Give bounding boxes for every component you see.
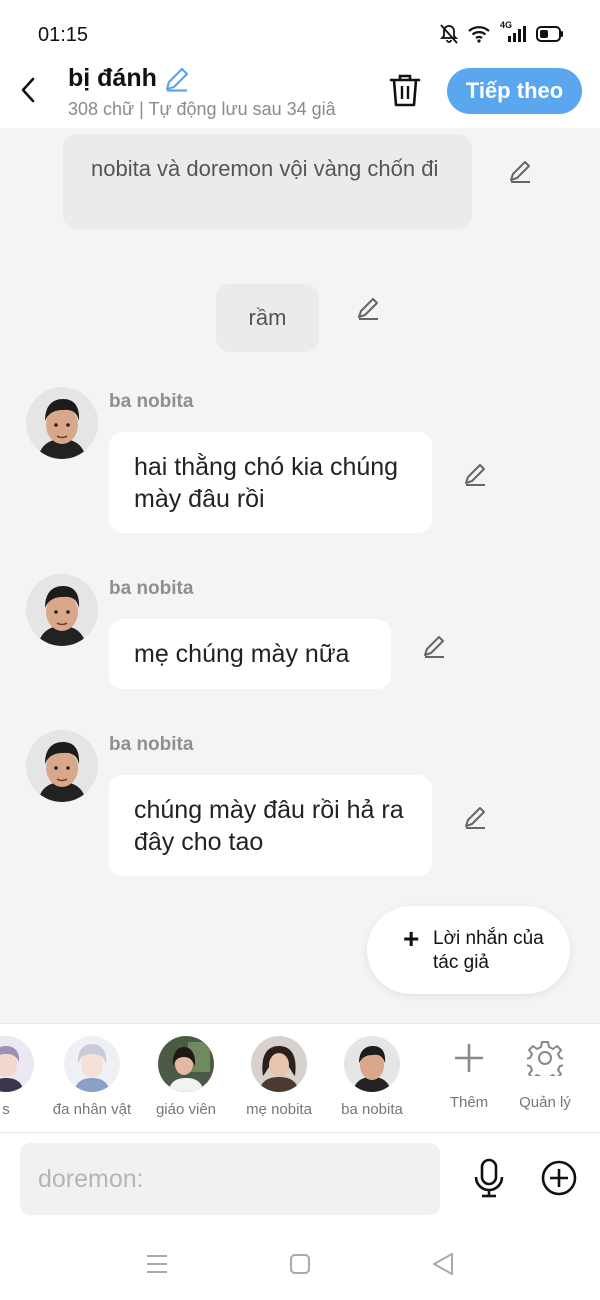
- pencil-icon: [510, 161, 530, 183]
- status-icons: 4G: [440, 20, 564, 44]
- avatar[interactable]: [26, 387, 98, 459]
- plus-circle-icon: [541, 1160, 577, 1196]
- home-nav-button[interactable]: [285, 1250, 315, 1278]
- speaker-name: ba nobita: [109, 391, 194, 412]
- edit-narration-button[interactable]: [506, 156, 536, 186]
- avatar-man-icon: [344, 1036, 400, 1092]
- avatar-anime-purple-icon: [0, 1036, 34, 1092]
- page-title: bị đánh: [68, 64, 157, 92]
- edit-title-button[interactable]: [163, 65, 191, 93]
- status-bar: 01:15 4G: [0, 0, 600, 62]
- add-label: Thêm: [449, 1094, 489, 1111]
- input-bar: [0, 1133, 600, 1228]
- edit-message-button[interactable]: [461, 802, 491, 832]
- avatar-anime-silver-icon: [64, 1036, 120, 1092]
- square-icon: [290, 1254, 310, 1274]
- narration-block[interactable]: nobita và doremon vội vàng chốn đi: [63, 134, 472, 229]
- plus-icon: [449, 1038, 489, 1078]
- triangle-back-icon: [433, 1253, 453, 1275]
- manage-characters-button[interactable]: Quản lý: [510, 1038, 580, 1111]
- character-item[interactable]: mẹ nobita: [229, 1036, 329, 1118]
- menu-icon: [147, 1255, 167, 1273]
- character-name: mẹ nobita: [246, 1101, 312, 1118]
- back-arrow-icon: [21, 77, 35, 103]
- trash-icon: [389, 74, 421, 107]
- character-item[interactable]: giáo viên: [136, 1036, 236, 1118]
- author-note-button[interactable]: + Lời nhắn của tác giả: [367, 906, 570, 994]
- cellular-signal-icon: 4G: [500, 20, 526, 43]
- edit-message-button[interactable]: [420, 631, 450, 661]
- chat-area[interactable]: nobita và doremon vội vàng chốn đi rầm b…: [0, 128, 600, 1023]
- delete-button[interactable]: [386, 70, 424, 110]
- voice-input-button[interactable]: [470, 1157, 508, 1199]
- avatar[interactable]: [26, 574, 98, 646]
- network-type: 4G: [500, 20, 513, 30]
- avatar-teacher-icon: [158, 1036, 214, 1092]
- plus-icon: +: [403, 923, 420, 954]
- header: bị đánh 308 chữ | Tự động lưu sau 34 giâ…: [0, 62, 600, 128]
- avatar-man-icon: [26, 574, 98, 646]
- character-item[interactable]: đa nhân vật: [42, 1036, 142, 1118]
- menu-nav-button[interactable]: [142, 1250, 172, 1278]
- speaker-name: ba nobita: [109, 578, 194, 599]
- message-input[interactable]: [20, 1143, 440, 1215]
- avatar-man-icon: [26, 730, 98, 802]
- edit-message-button[interactable]: [461, 459, 491, 489]
- speaker-name: ba nobita: [109, 734, 194, 755]
- character-name: ba nobita: [341, 1101, 403, 1118]
- add-character-button[interactable]: Thêm: [434, 1038, 504, 1111]
- character-name: giáo viên: [155, 1101, 217, 1118]
- message-bubble[interactable]: chúng mày đâu rồi hả ra đây cho tao: [109, 775, 432, 876]
- wifi-icon: [468, 25, 490, 43]
- avatar-man-icon: [26, 387, 98, 459]
- manage-label: Quản lý: [519, 1094, 571, 1111]
- character-name: đa nhân vật: [52, 1101, 132, 1118]
- microphone-icon: [474, 1158, 504, 1198]
- pencil-icon: [165, 67, 188, 92]
- add-button[interactable]: [540, 1159, 578, 1197]
- pencil-icon: [358, 298, 378, 320]
- system-nav-bar: [0, 1228, 600, 1300]
- message-bubble[interactable]: hai thằng chó kia chúng mày đâu rồi: [109, 432, 432, 533]
- pencil-icon: [424, 636, 444, 658]
- pencil-icon: [465, 464, 485, 486]
- bell-muted-icon: [440, 24, 458, 44]
- title-row: bị đánh: [68, 64, 191, 93]
- edit-narration-button[interactable]: [354, 293, 384, 323]
- status-time: 01:15: [38, 24, 89, 46]
- save-status: 308 chữ | Tự động lưu sau 34 giâ: [68, 99, 336, 119]
- message-bubble[interactable]: mẹ chúng mày nữa: [109, 619, 391, 689]
- avatar[interactable]: [26, 730, 98, 802]
- author-note-label: Lời nhắn của tác giả: [433, 928, 544, 973]
- pencil-icon: [465, 807, 485, 829]
- battery-icon: [536, 26, 564, 42]
- gear-icon: [525, 1038, 565, 1078]
- back-button[interactable]: [14, 72, 42, 108]
- narration-block[interactable]: rầm: [216, 284, 319, 352]
- character-bar: s đa nhân vật giáo viên mẹ nobita ba nob…: [0, 1023, 600, 1133]
- character-item[interactable]: ba nobita: [322, 1036, 422, 1118]
- avatar-woman-icon: [251, 1036, 307, 1092]
- back-nav-button[interactable]: [428, 1250, 458, 1278]
- next-button[interactable]: Tiếp theo: [447, 68, 582, 114]
